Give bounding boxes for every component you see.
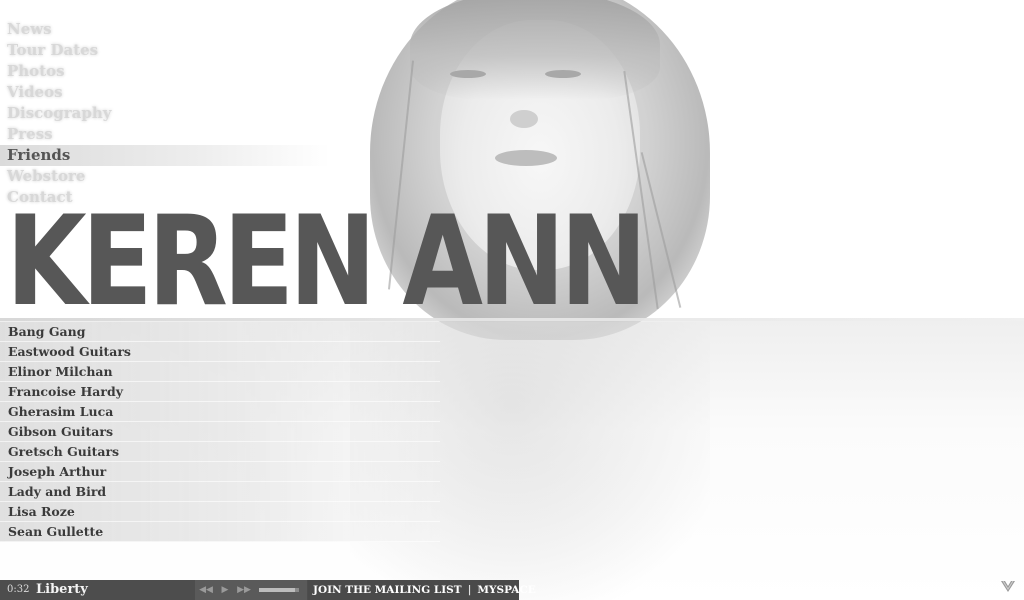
play-icon[interactable]: ▶ bbox=[217, 580, 233, 600]
friend-link-lisa-roze[interactable]: Lisa Roze bbox=[0, 502, 440, 522]
friend-link-gherasim-luca[interactable]: Gherasim Luca bbox=[0, 402, 440, 422]
site-logo-icon[interactable] bbox=[1000, 578, 1016, 594]
photo-eye-right bbox=[545, 70, 581, 78]
friend-link-elinor-milchan[interactable]: Elinor Milchan bbox=[0, 362, 440, 382]
photo-nose bbox=[510, 110, 538, 128]
friend-link-eastwood-guitars[interactable]: Eastwood Guitars bbox=[0, 342, 440, 362]
footer-links: JOIN THE MAILING LIST | MYSPACE bbox=[308, 580, 536, 600]
track-title: Liberty bbox=[36, 582, 88, 597]
myspace-link[interactable]: MYSPACE bbox=[477, 584, 535, 596]
track-time: 0:32 bbox=[7, 584, 30, 595]
nav-item-photos[interactable]: Photos bbox=[0, 61, 330, 82]
fast-forward-icon[interactable]: ▶▶ bbox=[236, 580, 252, 600]
nav-item-videos[interactable]: Videos bbox=[0, 82, 330, 103]
volume-slider[interactable] bbox=[259, 588, 299, 592]
main-navigation: News Tour Dates Photos Videos Discograph… bbox=[0, 19, 330, 208]
rewind-icon[interactable]: ◀◀ bbox=[198, 580, 214, 600]
friend-link-lady-and-bird[interactable]: Lady and Bird bbox=[0, 482, 440, 502]
photo-fringe bbox=[410, 0, 660, 100]
mailing-list-link[interactable]: JOIN THE MAILING LIST bbox=[313, 584, 462, 596]
photo-hair-strand bbox=[640, 152, 682, 308]
nav-item-news[interactable]: News bbox=[0, 19, 330, 40]
friend-link-gretsch-guitars[interactable]: Gretsch Guitars bbox=[0, 442, 440, 462]
nav-item-webstore[interactable]: Webstore bbox=[0, 166, 330, 187]
friends-list: Bang Gang Eastwood Guitars Elinor Milcha… bbox=[0, 322, 440, 542]
links-separator: | bbox=[467, 584, 472, 596]
nav-item-discography[interactable]: Discography bbox=[0, 103, 330, 124]
nav-item-tour-dates[interactable]: Tour Dates bbox=[0, 40, 330, 61]
nav-item-friends[interactable]: Friends bbox=[0, 145, 330, 166]
friend-link-francoise-hardy[interactable]: Francoise Hardy bbox=[0, 382, 440, 402]
photo-lips bbox=[495, 150, 557, 166]
friend-link-bang-gang[interactable]: Bang Gang bbox=[0, 322, 440, 342]
music-player: 0:32 Liberty ◀◀ ▶ ▶▶ JOIN THE MAILING LI… bbox=[0, 580, 536, 600]
artist-title: KEREN ANN bbox=[6, 190, 647, 334]
friend-link-joseph-arthur[interactable]: Joseph Arthur bbox=[0, 462, 440, 482]
volume-level bbox=[259, 588, 295, 592]
nav-item-press[interactable]: Press bbox=[0, 124, 330, 145]
player-controls: ◀◀ ▶ ▶▶ bbox=[195, 580, 307, 600]
photo-eye-left bbox=[450, 70, 486, 78]
friend-link-sean-gullette[interactable]: Sean Gullette bbox=[0, 522, 440, 542]
friend-link-gibson-guitars[interactable]: Gibson Guitars bbox=[0, 422, 440, 442]
